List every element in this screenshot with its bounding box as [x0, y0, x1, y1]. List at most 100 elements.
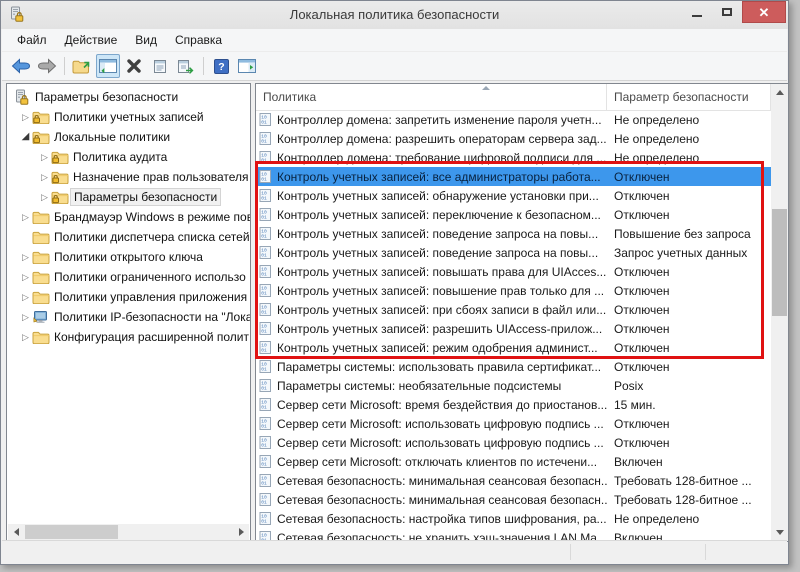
svg-text:01: 01	[261, 462, 267, 468]
table-row[interactable]: 10 01 Контроль учетных записей: при сбоях …	[256, 300, 771, 319]
table-row[interactable]: 10 01 Контроль учетных записей: поведение …	[256, 224, 771, 243]
minimize-icon	[692, 15, 702, 17]
table-row[interactable]: 10 01 Сервер сети Microsoft: использовать …	[256, 433, 771, 452]
tree-expander-icon[interactable]: ▷	[19, 267, 32, 287]
svg-text:01: 01	[261, 500, 267, 506]
delete-icon	[126, 58, 142, 74]
column-header-policy[interactable]: Политика	[256, 84, 607, 110]
table-row[interactable]: 10 01 Контроллер домена: требование цифров…	[256, 148, 771, 167]
maximize-button[interactable]	[712, 1, 742, 23]
tree-item[interactable]: ▷ Брандмауэр Windows в режиме пов	[7, 207, 250, 227]
table-row[interactable]: 10 01 Контроль учетных записей: переключен…	[256, 205, 771, 224]
table-row[interactable]: 10 01 Контроллер домена: запретить изменен…	[256, 110, 771, 129]
sort-ascending-icon	[482, 86, 490, 90]
menu-item-view[interactable]: Вид	[126, 30, 166, 50]
tree-item[interactable]: ▷ Политики открытого ключа	[7, 247, 250, 267]
policy-icon: 1001	[256, 246, 277, 259]
folder-lock-icon	[32, 110, 51, 124]
close-button[interactable]: ✕	[742, 1, 786, 23]
security-setting-cell: Отключен	[614, 169, 670, 184]
table-row[interactable]: 10 01 Контроль учетных записей: все админи…	[256, 167, 771, 186]
table-row[interactable]: 10 01 Контроль учетных записей: режим одоб…	[256, 338, 771, 357]
table-row[interactable]: 10 01 Контроллер домена: разрешить операто…	[256, 129, 771, 148]
table-row[interactable]: 10 01 Контроль учетных записей: разрешить …	[256, 319, 771, 338]
svg-text:01: 01	[261, 443, 267, 449]
tree-item[interactable]: ▷ Политика аудита	[7, 147, 250, 167]
tree-expander-icon[interactable]: ▷	[19, 327, 32, 347]
scroll-right-arrow-icon[interactable]	[233, 524, 249, 540]
tree-expander-icon[interactable]: ◢	[19, 127, 32, 147]
menu-item-help[interactable]: Справка	[166, 30, 231, 50]
folder-icon	[32, 330, 51, 344]
table-row[interactable]: 10 01 Контроль учетных записей: обнаружени…	[256, 186, 771, 205]
svg-text:01: 01	[261, 139, 267, 145]
security-setting-cell: Требовать 128-битное ...	[614, 492, 752, 507]
tree-expander-icon[interactable]: ▷	[19, 287, 32, 307]
policy-list-panel: Политика Параметр безопасности 10 01 Контр…	[255, 83, 789, 542]
security-setting-cell: Включен	[614, 454, 663, 469]
table-row[interactable]: 10 01 Контроль учетных записей: повышение …	[256, 281, 771, 300]
help-icon: ?	[213, 58, 229, 74]
column-header-security-setting[interactable]: Параметр безопасности	[607, 84, 771, 110]
table-row[interactable]: 10 01 Сервер сети Microsoft: время бездейс…	[256, 395, 771, 414]
policy-icon: 1001	[256, 379, 277, 392]
table-row[interactable]: 10 01 Сервер сети Microsoft: отключать кли…	[256, 452, 771, 471]
tree-item[interactable]: ▷ Политики ограниченного использо	[7, 267, 250, 287]
table-row[interactable]: 10 01 Параметры системы: необязательные по…	[256, 376, 771, 395]
console-tree-icon	[99, 59, 117, 73]
toolbar-button-action-pane[interactable]	[235, 54, 259, 78]
tree-item[interactable]: ▷ Параметры безопасности	[7, 187, 250, 207]
table-row[interactable]: 10 01 Сетевая безопасность: настройка типо…	[256, 509, 771, 528]
list-vertical-scrollbar[interactable]	[771, 84, 788, 541]
minimize-button[interactable]	[682, 1, 712, 23]
tree-item[interactable]: ▷ Назначение прав пользователя	[7, 167, 250, 187]
tree-expander-icon[interactable]: ▷	[38, 147, 51, 167]
tree-expander-icon[interactable]: ▷	[38, 187, 51, 207]
table-row[interactable]: 10 01 Сервер сети Microsoft: использовать …	[256, 414, 771, 433]
table-row[interactable]: 10 01 Сетевая безопасность: минимальная се…	[256, 490, 771, 509]
toolbar-button-console-tree[interactable]	[96, 54, 120, 78]
svg-text:01: 01	[261, 291, 267, 297]
policy-name-cell: Контроллер домена: требование цифровой п…	[277, 150, 607, 165]
folder-icon	[32, 270, 51, 284]
menu-item-action[interactable]: Действие	[56, 30, 127, 50]
tree-item[interactable]: ▷ Политики учетных записей	[7, 107, 250, 127]
toolbar-button-export-list[interactable]	[174, 54, 198, 78]
tree-expander-icon[interactable]: ▷	[19, 207, 32, 227]
horizontal-scroll-thumb[interactable]	[25, 525, 118, 539]
tree-item[interactable]: ▷ Политики управления приложения	[7, 287, 250, 307]
tree-horizontal-scrollbar[interactable]	[8, 524, 249, 540]
vertical-scroll-thumb[interactable]	[772, 209, 787, 316]
scroll-down-arrow-icon[interactable]	[771, 524, 788, 541]
svg-text:01: 01	[261, 196, 267, 202]
tree-expander-icon[interactable]: ▷	[19, 307, 32, 327]
toolbar-button-back[interactable]	[9, 54, 33, 78]
tree-item[interactable]: ◢ Локальные политики	[7, 127, 250, 147]
tree-expander-icon[interactable]: ▷	[38, 167, 51, 187]
table-row[interactable]: 10 01 Контроль учетных записей: поведение …	[256, 243, 771, 262]
tree-item[interactable]: Параметры безопасности	[7, 87, 250, 107]
tree-item[interactable]: ▷ Политики IP-безопасности на "Лока	[7, 307, 250, 327]
toolbar-button-up-folder[interactable]	[70, 54, 94, 78]
policy-icon: 1001	[256, 493, 277, 506]
toolbar-button-delete[interactable]	[122, 54, 146, 78]
toolbar-button-properties[interactable]	[148, 54, 172, 78]
security-setting-cell: Отключен	[614, 321, 670, 336]
tree-expander-icon[interactable]: ▷	[19, 107, 32, 127]
tree-expander-icon[interactable]: ▷	[19, 247, 32, 267]
title-bar[interactable]: Локальная политика безопасности ✕	[1, 1, 788, 29]
table-row[interactable]: 10 01 Контроль учетных записей: повышать п…	[256, 262, 771, 281]
table-row[interactable]: 10 01 Сетевая безопасность: минимальная се…	[256, 471, 771, 490]
tree-item-label: Параметры безопасности	[35, 90, 179, 104]
menu-item-file[interactable]: Файл	[8, 30, 56, 50]
svg-text:01: 01	[261, 272, 267, 278]
scroll-left-arrow-icon[interactable]	[8, 524, 24, 540]
toolbar-button-help[interactable]: ?	[209, 54, 233, 78]
table-row[interactable]: 10 01 Параметры системы: использовать прав…	[256, 357, 771, 376]
status-bar	[2, 540, 787, 563]
tree-item[interactable]: ▷ Конфигурация расширенной полит	[7, 327, 250, 347]
toolbar-button-forward[interactable]	[35, 54, 59, 78]
toolbar-separator	[203, 57, 204, 75]
scroll-up-arrow-icon[interactable]	[771, 84, 788, 101]
tree-item[interactable]: Политики диспетчера списка сетей	[7, 227, 250, 247]
